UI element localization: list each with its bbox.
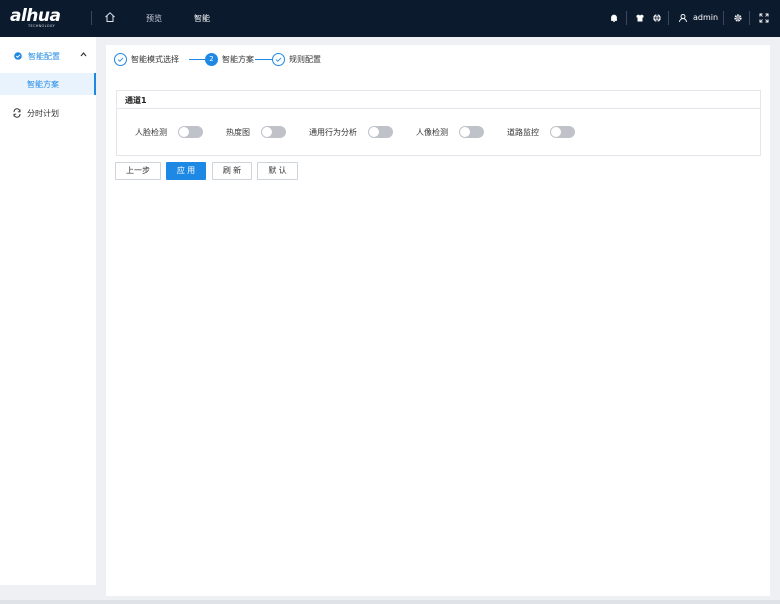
nav-intelligent[interactable]: 智能 — [194, 13, 210, 24]
step-done-icon — [114, 53, 127, 66]
divider — [749, 11, 750, 25]
shirt-icon[interactable] — [635, 13, 645, 23]
toggle-knob — [179, 127, 189, 137]
dahua-logo[interactable]: alhua TECHNOLOGY — [10, 6, 74, 30]
toggle-portrait-detection[interactable] — [459, 126, 484, 138]
sidebar-item-label: 分时计划 — [27, 109, 59, 118]
feature-label-portrait-detection: 人像检测 — [416, 128, 448, 137]
step-label: 智能方案 — [222, 55, 254, 64]
toggle-knob — [551, 127, 561, 137]
sidebar-item-label: 智能方案 — [27, 80, 59, 89]
settings-icon[interactable] — [733, 13, 743, 23]
home-icon[interactable] — [104, 11, 116, 25]
sidebar-group-label: 智能配置 — [28, 52, 60, 61]
feature-label-behavior-analysis: 通用行为分析 — [309, 128, 357, 137]
sidebar: 智能配置 智能方案 分时计划 — [0, 37, 96, 585]
logo-text: alhua — [10, 6, 61, 26]
top-bar: alhua TECHNOLOGY 预览 智能 admin — [0, 0, 780, 37]
step-label: 规则配置 — [289, 55, 321, 64]
toggle-face-detection[interactable] — [178, 126, 203, 138]
feature-label-road-monitoring: 道路监控 — [507, 128, 539, 137]
user-icon[interactable] — [678, 13, 688, 23]
username[interactable]: admin — [693, 13, 718, 22]
step-done-icon — [272, 53, 285, 66]
feature-label-face-detection: 人脸检测 — [135, 128, 167, 137]
sidebar-group-intelligent-config[interactable]: 智能配置 — [0, 47, 96, 65]
refresh-button[interactable]: 刷 新 — [212, 162, 252, 180]
nav-preview[interactable]: 预览 — [146, 13, 162, 24]
logo-tagline: TECHNOLOGY — [28, 24, 56, 28]
apply-button[interactable]: 应 用 — [166, 162, 206, 180]
channel-title: 通道1 — [125, 96, 147, 105]
prev-step-button[interactable]: 上一步 — [115, 162, 161, 180]
step-label: 智能模式选择 — [131, 55, 179, 64]
toggle-knob — [460, 127, 470, 137]
divider — [91, 11, 92, 25]
sync-icon — [12, 108, 22, 118]
step-connector — [255, 59, 272, 60]
chevron-up-icon[interactable] — [80, 51, 87, 60]
bell-icon[interactable] — [609, 13, 619, 23]
channel-header: 通道1 — [117, 91, 760, 109]
main-content: 智能模式选择 2 智能方案 规则配置 通道1 人脸检测 热度图 通用行为分析 人… — [106, 45, 770, 596]
sidebar-item-schedule[interactable]: 分时计划 — [0, 104, 96, 122]
toggle-knob — [262, 127, 272, 137]
step-current: 2 — [205, 53, 218, 66]
divider — [668, 11, 669, 25]
fullscreen-icon[interactable] — [759, 13, 769, 23]
step-connector — [189, 59, 205, 60]
feature-label-heatmap: 热度图 — [226, 128, 250, 137]
divider — [626, 11, 627, 25]
channel-panel: 通道1 人脸检测 热度图 通用行为分析 人像检测 道路监控 — [116, 90, 761, 156]
sidebar-item-smart-plan[interactable]: 智能方案 — [0, 73, 96, 95]
default-button[interactable]: 默 认 — [257, 162, 298, 180]
step-indicator: 智能模式选择 2 智能方案 规则配置 — [114, 51, 414, 69]
toggle-behavior-analysis[interactable] — [368, 126, 393, 138]
bottom-strip — [0, 600, 780, 604]
smart-config-icon — [13, 51, 23, 61]
globe-icon[interactable] — [652, 13, 662, 23]
toggle-road-monitoring[interactable] — [550, 126, 575, 138]
divider — [723, 11, 724, 25]
toggle-knob — [369, 127, 379, 137]
toggle-heatmap[interactable] — [261, 126, 286, 138]
